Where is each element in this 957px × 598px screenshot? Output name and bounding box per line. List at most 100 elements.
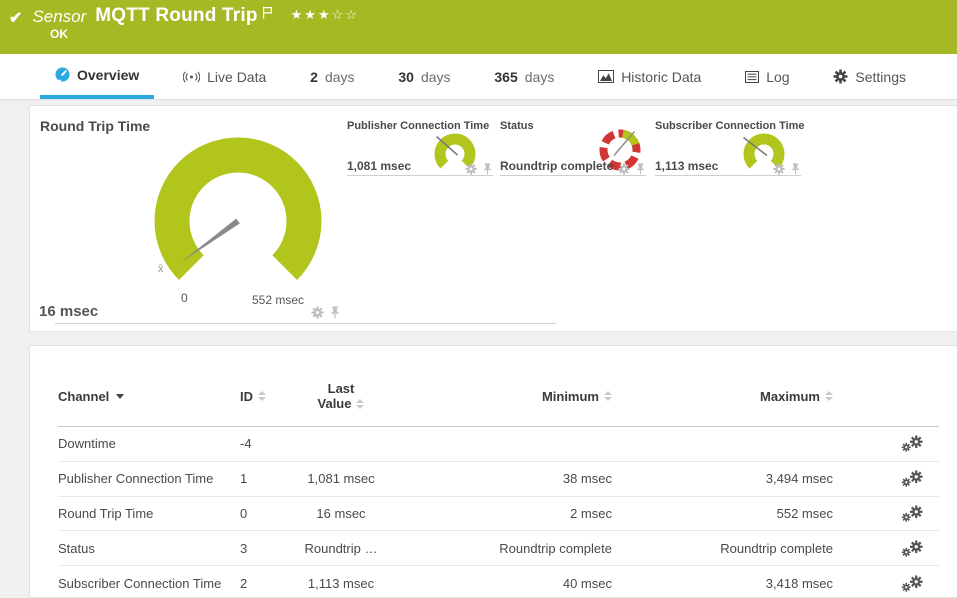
channel-maximum-cell: Roundtrip complete xyxy=(720,540,833,556)
gauge-value: 1,113 msec xyxy=(655,159,719,173)
page-title: MQTT Round Trip xyxy=(95,5,258,26)
tab-label: Historic Data xyxy=(621,68,702,85)
prtg-sensor-page: { "header": { "kind": "Sensor", "title":… xyxy=(0,0,957,598)
publisher-gauge-cell: Publisher Connection Time 1,081 msec xyxy=(347,106,495,286)
channel-maximum-cell: 3,494 msec xyxy=(765,471,833,487)
log-list-icon xyxy=(745,70,760,83)
gear-icon[interactable] xyxy=(773,163,785,175)
table-row[interactable]: Subscriber Connection Time 2 1,113 msec … xyxy=(58,566,939,597)
status-badge: OK xyxy=(50,27,68,41)
subscriber-gauge-cell: Subscriber Connection Time 1,113 msec xyxy=(655,106,805,286)
column-header-last-value[interactable]: Last Value xyxy=(290,381,392,411)
tab-label: Overview xyxy=(77,66,140,83)
table-row[interactable]: Publisher Connection Time 1 1,081 msec 3… xyxy=(58,462,939,497)
tab-label: Live Data xyxy=(207,68,267,85)
channel-name-cell: Status xyxy=(58,540,95,556)
channel-id-cell: -4 xyxy=(240,436,252,452)
tab-settings[interactable]: Settings xyxy=(818,54,921,99)
tab-historic-data[interactable]: Historic Data xyxy=(583,54,716,99)
channel-table-header: Channel ID Last Value Minimum Maximum xyxy=(58,366,939,427)
tab-number: 365 xyxy=(494,68,518,85)
channel-maximum-cell: 552 msec xyxy=(776,505,833,521)
channel-name-cell: Round Trip Time xyxy=(58,505,154,521)
channel-minimum-cell: Roundtrip complete xyxy=(499,540,612,556)
status-gauge-cell: Status Roundtrip complete xyxy=(500,106,648,286)
tab-365-days[interactable]: 365 days xyxy=(479,54,569,99)
channel-last-value-cell: Roundtrip … xyxy=(304,540,378,556)
status-check-icon: ✔ xyxy=(9,10,23,27)
gauge-icon xyxy=(55,67,70,82)
gauge-min-label: 0 xyxy=(181,291,188,305)
channel-settings-icon[interactable] xyxy=(901,575,923,592)
tab-log[interactable]: Log xyxy=(730,54,804,99)
channel-settings-icon[interactable] xyxy=(901,470,923,487)
gauge-actions xyxy=(311,306,340,319)
channel-settings-icon[interactable] xyxy=(901,435,923,453)
tab-30-days[interactable]: 30 days xyxy=(383,54,465,99)
tab-unit: days xyxy=(420,68,451,85)
tab-number: 30 xyxy=(398,68,414,85)
channel-settings-cell xyxy=(833,540,939,557)
gauge-value: 1,081 msec xyxy=(347,159,412,173)
sort-icon xyxy=(356,398,365,409)
channel-table-body: Downtime -4 Publisher Connection Time 1 … xyxy=(58,427,939,597)
tab-label: Log xyxy=(766,68,790,85)
column-header-minimum[interactable]: Minimum xyxy=(392,389,612,404)
pin-icon[interactable] xyxy=(483,163,492,175)
sort-icon xyxy=(604,391,612,401)
channel-minimum-cell: 40 msec xyxy=(562,575,612,591)
divider xyxy=(500,175,646,176)
channel-settings-cell xyxy=(833,575,939,592)
area-chart-icon xyxy=(598,70,615,83)
gauge-title: Status xyxy=(500,120,534,132)
column-header-id[interactable]: ID xyxy=(240,389,290,404)
round-trip-gauge: x̄ xyxy=(154,137,322,281)
gear-icon[interactable] xyxy=(618,163,630,175)
table-row[interactable]: Downtime -4 xyxy=(58,427,939,462)
divider xyxy=(55,323,556,324)
channel-last-value-cell: 1,113 msec xyxy=(307,575,375,591)
channel-settings-cell xyxy=(833,470,939,487)
pin-icon[interactable] xyxy=(791,163,800,175)
channel-minimum-cell: 38 msec xyxy=(562,471,612,487)
channel-last-value-cell: 16 msec xyxy=(316,505,366,521)
channel-settings-cell xyxy=(833,435,939,453)
gauge-max-label: 552 msec xyxy=(252,293,305,307)
channel-settings-icon[interactable] xyxy=(901,505,923,522)
channel-name-cell: Publisher Connection Time xyxy=(58,471,214,487)
channel-last-value-cell: 1,081 msec xyxy=(307,471,375,487)
channel-maximum-cell: 3,418 msec xyxy=(765,575,833,591)
pin-icon[interactable] xyxy=(636,163,645,175)
gauge-actions xyxy=(465,163,492,175)
tab-number: 2 xyxy=(310,68,318,85)
tab-live-data[interactable]: Live Data xyxy=(168,54,281,99)
tab-overview[interactable]: Overview xyxy=(40,54,155,99)
gauge-value: Roundtrip complete xyxy=(500,159,614,173)
table-row[interactable]: Round Trip Time 0 16 msec 2 msec 552 mse… xyxy=(58,497,939,532)
gauge-title: Round Trip Time xyxy=(40,118,151,134)
column-header-channel[interactable]: Channel xyxy=(58,389,240,404)
gear-icon[interactable] xyxy=(465,163,477,175)
column-header-maximum[interactable]: Maximum xyxy=(612,389,833,404)
gauge-value: 16 msec xyxy=(39,303,99,320)
gauges-panel: Round Trip Time x̄ 0 552 msec 16 msec Pu… xyxy=(29,105,957,332)
live-signal-icon xyxy=(183,71,201,82)
tab-2-days[interactable]: 2 days xyxy=(295,54,369,99)
tab-unit: days xyxy=(524,68,555,85)
object-kind-label: Sensor xyxy=(32,7,87,26)
pin-icon[interactable] xyxy=(330,306,340,319)
tab-label: Settings xyxy=(855,68,906,85)
channel-id-cell: 2 xyxy=(240,575,248,591)
divider xyxy=(655,175,801,176)
priority-stars[interactable]: ★★★☆☆ xyxy=(291,7,359,23)
table-row[interactable]: Status 3 Roundtrip … Roundtrip complete … xyxy=(58,531,939,567)
gear-icon xyxy=(833,69,848,84)
divider xyxy=(347,175,493,176)
sensor-header-bar: ✔ Sensor MQTT Round Trip ★★★☆☆ OK xyxy=(0,0,957,54)
average-marker: x̄ xyxy=(158,263,164,275)
channel-id-cell: 0 xyxy=(240,505,248,521)
channel-settings-icon[interactable] xyxy=(901,540,923,557)
sort-icon xyxy=(825,391,833,401)
priority-flag-icon[interactable] xyxy=(262,6,273,19)
gear-icon[interactable] xyxy=(311,306,324,319)
